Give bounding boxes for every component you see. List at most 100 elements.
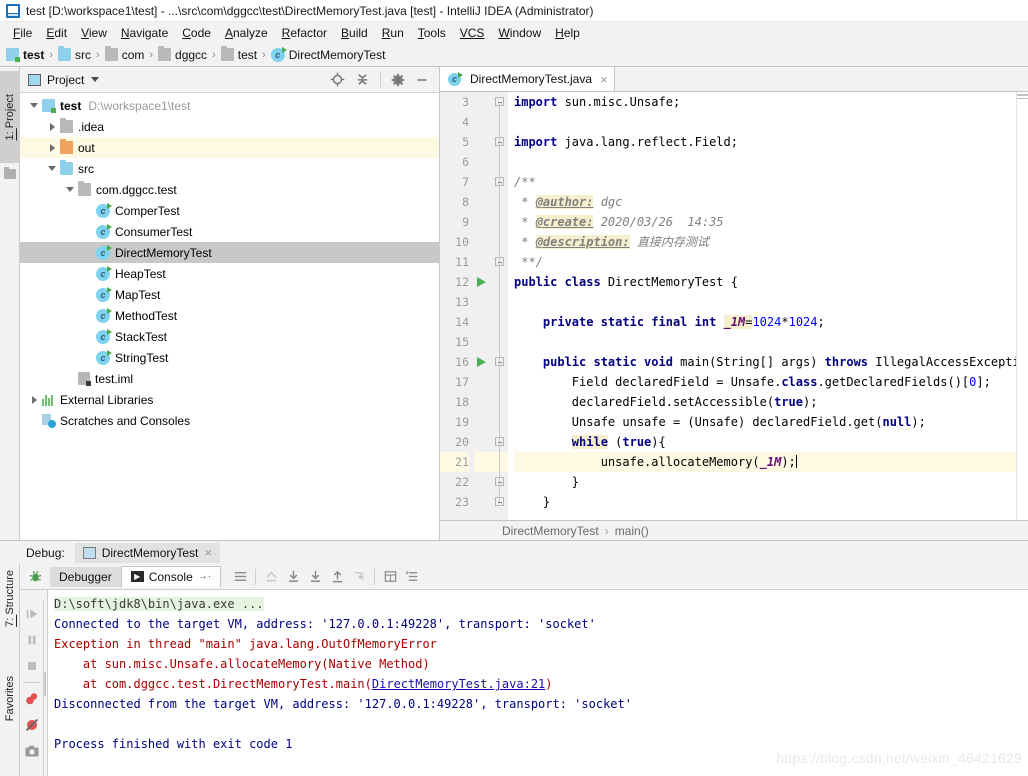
- menu-item-view[interactable]: View: [74, 24, 114, 42]
- fold-marker[interactable]: [492, 472, 508, 492]
- resume-icon[interactable]: [20, 602, 44, 626]
- menu-item-navigate[interactable]: Navigate: [114, 24, 175, 42]
- console-output[interactable]: D:\soft\jdk8\bin\java.exe ... Connected t…: [48, 590, 1028, 776]
- menu-item-run[interactable]: Run: [375, 24, 411, 42]
- close-icon[interactable]: ×: [204, 546, 212, 559]
- tree-node-stringtest[interactable]: c StringTest: [20, 347, 439, 368]
- run-gutter-icon[interactable]: [474, 352, 492, 372]
- locate-icon[interactable]: [330, 72, 345, 87]
- tree-node-test-iml[interactable]: test.iml: [20, 368, 439, 389]
- run-icon[interactable]: [477, 277, 486, 287]
- line-number: 21: [440, 452, 469, 472]
- fold-marker[interactable]: [492, 352, 508, 372]
- mute-breakpoints-icon[interactable]: [20, 713, 44, 737]
- menu-item-file[interactable]: File: [6, 24, 39, 42]
- chevron-down-icon[interactable]: [44, 166, 60, 171]
- editor-breadcrumb-item[interactable]: main(): [615, 524, 649, 538]
- chevron-down-icon[interactable]: [91, 77, 100, 82]
- breadcrumb-item-dggcc[interactable]: dggcc: [158, 46, 207, 62]
- tree-node-consumertest[interactable]: c ConsumerTest: [20, 221, 439, 242]
- project-tree[interactable]: test D:\workspace1\test .idea out src com.dgg…: [20, 93, 439, 540]
- debug-session-tab[interactable]: DirectMemoryTest ×: [74, 542, 220, 563]
- step-out-icon[interactable]: [326, 567, 348, 587]
- fold-marker[interactable]: [492, 432, 508, 452]
- menu-item-analyze[interactable]: Analyze: [218, 24, 275, 42]
- run-gutter[interactable]: [474, 92, 492, 520]
- run-to-cursor-icon[interactable]: [348, 567, 370, 587]
- menu-icon[interactable]: [229, 567, 251, 587]
- menu-item-edit[interactable]: Edit: [39, 24, 74, 42]
- tree-node-heaptest[interactable]: c HeapTest: [20, 263, 439, 284]
- structure-strip-icon[interactable]: [4, 167, 16, 179]
- line-number: 10: [455, 235, 469, 249]
- tab-debugger[interactable]: Debugger: [50, 566, 121, 587]
- chevron-down-icon[interactable]: [62, 187, 78, 192]
- chevron-down-icon[interactable]: [26, 103, 42, 108]
- tree-node-maptest[interactable]: c MapTest: [20, 284, 439, 305]
- menu-item-vcs[interactable]: VCS: [453, 24, 492, 42]
- tree-node-methodtest[interactable]: c MethodTest: [20, 305, 439, 326]
- run-gutter-icon[interactable]: [474, 272, 492, 292]
- menu-item-help[interactable]: Help: [548, 24, 587, 42]
- camera-icon[interactable]: [20, 739, 44, 763]
- fold-marker[interactable]: [492, 92, 508, 112]
- rerun-icon[interactable]: [260, 567, 282, 587]
- evaluate-icon[interactable]: [379, 567, 401, 587]
- debug-main: D:\soft\jdk8\bin\java.exe ... Connected t…: [20, 590, 1028, 776]
- line-number: 23: [455, 495, 469, 509]
- editor-breadcrumb-item[interactable]: DirectMemoryTest: [502, 524, 599, 538]
- tree-node-scratches-and-consoles[interactable]: Scratches and Consoles: [20, 410, 439, 431]
- menu-item-window[interactable]: Window: [491, 24, 548, 42]
- editor-tab-directmemorytest[interactable]: c DirectMemoryTest.java ×: [440, 67, 615, 91]
- run-icon[interactable]: [477, 357, 486, 367]
- tree-node-external-libraries[interactable]: External Libraries: [20, 389, 439, 410]
- fold-marker[interactable]: [492, 252, 508, 272]
- hide-panel-icon[interactable]: [415, 73, 429, 87]
- breadcrumb-item-test[interactable]: test: [6, 48, 44, 62]
- editor-marker-bar[interactable]: [1016, 92, 1028, 520]
- fold-gutter[interactable]: [492, 92, 508, 520]
- chevron-right-icon[interactable]: [44, 122, 60, 131]
- tree-node-directmemorytest[interactable]: c DirectMemoryTest: [20, 242, 439, 263]
- menu-item-build[interactable]: Build: [334, 24, 375, 42]
- breadcrumb-item-directmemorytest[interactable]: c DirectMemoryTest: [270, 46, 385, 62]
- stacktrace-link[interactable]: DirectMemoryTest.java:21: [372, 677, 545, 691]
- sidebar-item-structure[interactable]: 7: Structure: [0, 570, 20, 627]
- gear-icon[interactable]: [391, 73, 405, 87]
- console-command: D:\soft\jdk8\bin\java.exe ...: [54, 597, 264, 611]
- module-icon: [6, 48, 20, 62]
- stop-icon[interactable]: [20, 654, 44, 678]
- fold-marker[interactable]: [492, 132, 508, 152]
- tree-node-com-dggcc-test[interactable]: com.dggcc.test: [20, 179, 439, 200]
- chevron-right-icon[interactable]: [26, 395, 42, 404]
- tab-console[interactable]: ▶ Console →·: [120, 565, 222, 588]
- pause-icon[interactable]: [20, 628, 44, 652]
- chevron-right-icon[interactable]: [44, 143, 60, 152]
- fold-slot: [492, 412, 508, 432]
- tree-node-stacktest[interactable]: c StackTest: [20, 326, 439, 347]
- code-area[interactable]: 3 4 5 6 7 8 9 10 11 12 13 14 15 16 17 18 19 20 21 22 23 impo…: [440, 92, 1028, 520]
- fold-marker[interactable]: [492, 492, 508, 512]
- fold-marker[interactable]: [492, 172, 508, 192]
- step-over-icon[interactable]: [282, 567, 304, 587]
- breadcrumb-item-src[interactable]: src: [58, 46, 91, 62]
- tree-node-src[interactable]: src: [20, 158, 439, 179]
- breadcrumb-item-com[interactable]: com: [104, 46, 144, 62]
- breadcrumb-item-test[interactable]: test: [220, 46, 257, 62]
- tree-node-idea[interactable]: .idea: [20, 116, 439, 137]
- console-line: at sun.misc.Unsafe.allocateMemory(Native…: [54, 657, 430, 671]
- collapse-all-icon[interactable]: [355, 72, 370, 87]
- step-into-icon[interactable]: [304, 567, 326, 587]
- sidebar-item-project[interactable]: 1: Project: [0, 71, 20, 163]
- tree-node-out[interactable]: out: [20, 137, 439, 158]
- sidebar-item-favorites[interactable]: Favorites: [0, 676, 20, 721]
- tree-node-test[interactable]: test D:\workspace1\test: [20, 95, 439, 116]
- menu-item-refactor[interactable]: Refactor: [275, 24, 334, 42]
- soft-wrap-icon[interactable]: [401, 567, 423, 587]
- close-icon[interactable]: ×: [600, 73, 608, 86]
- tree-node-compertest[interactable]: c ComperTest: [20, 200, 439, 221]
- code-text[interactable]: import sun.misc.Unsafe; import java.lang…: [508, 92, 1016, 520]
- menu-item-tools[interactable]: Tools: [411, 24, 453, 42]
- breakpoints-icon[interactable]: [20, 687, 44, 711]
- menu-item-code[interactable]: Code: [175, 24, 218, 42]
